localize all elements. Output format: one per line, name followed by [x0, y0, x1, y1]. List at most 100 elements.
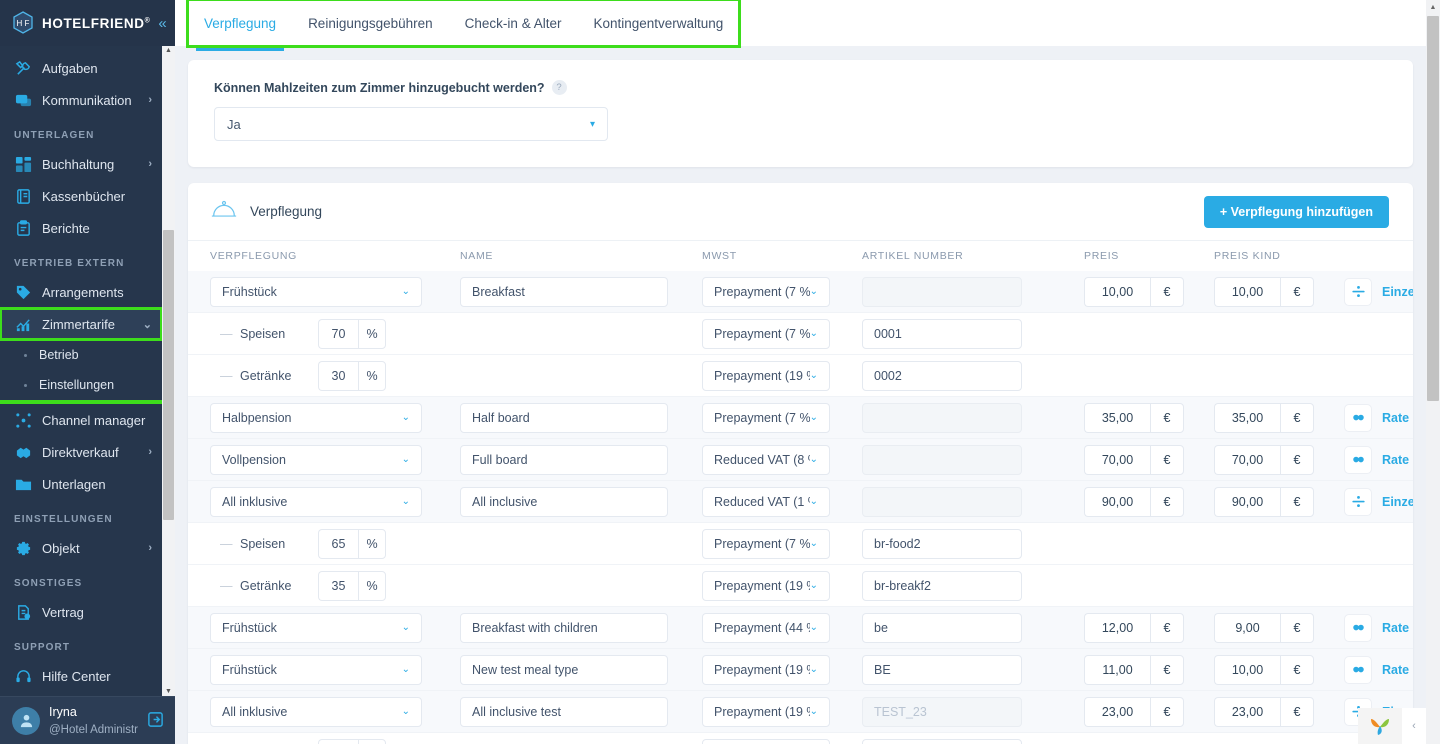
meal-bookable-select[interactable]: Ja ▾ [214, 107, 608, 141]
vat-select[interactable]: Prepayment (7 %) ⌄ [702, 276, 830, 307]
price-value[interactable]: 23,00 [1084, 696, 1150, 727]
collapse-sidebar-icon[interactable]: « [158, 16, 166, 31]
divide-icon[interactable] [1344, 487, 1372, 516]
action-link[interactable]: Rate sp [1382, 621, 1413, 635]
meal-type-select[interactable]: Vollpension ⌄ [210, 444, 422, 475]
percent-input[interactable]: 35% [318, 570, 386, 601]
split-rate-icon[interactable] [1344, 655, 1372, 684]
action-link[interactable]: Einzelra [1382, 495, 1413, 509]
price-value[interactable]: 35,00 [1084, 402, 1150, 433]
sidebar-subitem-einstellungen[interactable]: Einstellungen [0, 370, 162, 400]
sidebar-subitem-betrieb[interactable]: Betrieb [0, 340, 162, 370]
sidebar-item-arrangements[interactable]: Arrangements [0, 276, 162, 308]
price-value[interactable]: 90,00 [1214, 486, 1280, 517]
meal-type-select[interactable]: Halbpension ⌄ [210, 402, 422, 433]
price-value[interactable]: 10,00 [1084, 276, 1150, 307]
percent-value[interactable]: 70 [318, 318, 358, 349]
meal-name-input[interactable]: All inclusive [460, 486, 668, 517]
article-number-input[interactable]: BE [862, 654, 1022, 685]
add-meal-plan-button[interactable]: + Verpflegung hinzufügen [1203, 195, 1389, 228]
split-rate-icon[interactable] [1344, 403, 1372, 432]
price-value[interactable]: 23,00 [1214, 696, 1280, 727]
sidebar-item-unterlagen[interactable]: Unterlagen [0, 468, 162, 500]
article-number-input[interactable]: be [862, 612, 1022, 643]
meal-name-input[interactable]: All inclusive test [460, 696, 668, 727]
percent-input[interactable]: 30% [318, 360, 386, 391]
price-input[interactable]: 35,00 € [1214, 402, 1344, 433]
price-value[interactable]: 70,00 [1214, 444, 1280, 475]
sidebar-item-direktverkauf[interactable]: Direktverkauf › [0, 436, 162, 468]
divide-icon[interactable] [1344, 277, 1372, 306]
price-input[interactable]: 23,00 € [1084, 696, 1214, 727]
tab-kontingentverwaltung[interactable]: Kontingentverwaltung [577, 0, 739, 46]
article-number-input[interactable]: 0002 [862, 360, 1022, 391]
vat-select[interactable]: Reduced VAT (1 %)⌄ [702, 486, 830, 517]
action-link[interactable]: Rate sp [1382, 663, 1413, 677]
sidebar-scroll-track[interactable] [162, 55, 175, 687]
tab-reinigungsgeb-hren[interactable]: Reinigungsgebühren [292, 0, 449, 46]
meal-name-input[interactable]: Full board [460, 444, 668, 475]
price-value[interactable]: 10,00 [1214, 654, 1280, 685]
chat-collapse-icon[interactable]: ‹ [1402, 708, 1426, 744]
tab-check-in-alter[interactable]: Check-in & Alter [449, 0, 578, 46]
page-scrollbar[interactable]: ▲ [1426, 0, 1440, 744]
sidebar-item-objekt[interactable]: Objekt › [0, 532, 162, 564]
meal-name-input[interactable]: Breakfast [460, 276, 668, 307]
sidebar-item-aufgaben[interactable]: Aufgaben [0, 52, 162, 84]
percent-value[interactable]: 35 [318, 570, 358, 601]
page-scroll-up-icon[interactable]: ▲ [1426, 0, 1440, 14]
vat-select[interactable]: Prepayment (7 %) ⌄ [702, 318, 830, 349]
sidebar-item-vertrag[interactable]: Vertrag [0, 596, 162, 628]
percent-input[interactable]: 50% [318, 738, 386, 744]
vat-select[interactable]: Prepayment (19 %)⌄ [702, 696, 830, 727]
percent-value[interactable]: 65 [318, 528, 358, 559]
page-scroll-thumb[interactable] [1427, 16, 1439, 401]
sidebar-item-hilfe-center[interactable]: Hilfe Center [0, 660, 162, 692]
tab-verpflegung[interactable]: Verpflegung [188, 0, 292, 51]
price-input[interactable]: 10,00 € [1084, 276, 1214, 307]
vat-select[interactable]: Prepayment (7 %) ⌄ [702, 402, 830, 433]
price-input[interactable]: 70,00 € [1214, 444, 1344, 475]
meal-type-select[interactable]: Frühstück ⌄ [210, 612, 422, 643]
meal-type-select[interactable]: Frühstück ⌄ [210, 276, 422, 307]
price-input[interactable]: 23,00 € [1214, 696, 1344, 727]
vat-select[interactable]: Prepayment (44 %)⌄ [702, 612, 830, 643]
scroll-down-icon[interactable]: ▼ [165, 687, 172, 696]
price-value[interactable]: 90,00 [1084, 486, 1150, 517]
price-input[interactable]: 90,00 € [1214, 486, 1344, 517]
user-profile[interactable]: Iryna @Hotel Administr [0, 696, 175, 744]
action-link[interactable]: Einzelra [1382, 285, 1413, 299]
price-value[interactable]: 70,00 [1084, 444, 1150, 475]
sidebar-item-kommunikation[interactable]: Kommunikation › [0, 84, 162, 116]
meal-type-select[interactable]: All inklusive ⌄ [210, 486, 422, 517]
price-input[interactable]: 11,00 € [1084, 654, 1214, 685]
article-number-input[interactable]: br-food2 [862, 528, 1022, 559]
article-number-input[interactable] [862, 738, 1022, 744]
price-input[interactable]: 70,00 € [1084, 444, 1214, 475]
vat-select[interactable]: Prepayment (44 %)⌄ [702, 738, 830, 744]
help-icon[interactable]: ? [551, 80, 567, 95]
vat-select[interactable]: Prepayment (19 %)⌄ [702, 570, 830, 601]
article-number-input[interactable]: br-breakf2 [862, 570, 1022, 601]
meal-name-input[interactable]: Half board [460, 402, 668, 433]
sidebar-item-berichte[interactable]: Berichte [0, 212, 162, 244]
price-value[interactable]: 10,00 [1214, 276, 1280, 307]
sidebar-item-zimmertarife[interactable]: Zimmertarife ⌄ [0, 307, 163, 341]
chat-widget[interactable]: ‹ [1358, 708, 1426, 744]
percent-value[interactable]: 30 [318, 360, 358, 391]
action-link[interactable]: Rate sp [1382, 453, 1413, 467]
sidebar-scroll-thumb[interactable] [163, 230, 174, 520]
price-value[interactable]: 12,00 [1084, 612, 1150, 643]
vat-select[interactable]: Prepayment (19 %)⌄ [702, 654, 830, 685]
action-link[interactable]: Rate sp [1382, 411, 1413, 425]
chat-leaf-icon[interactable] [1358, 708, 1402, 744]
price-value[interactable]: 11,00 [1084, 654, 1150, 685]
price-input[interactable]: 10,00 € [1214, 276, 1344, 307]
meal-type-select[interactable]: All inklusive ⌄ [210, 696, 422, 727]
meal-name-input[interactable]: Breakfast with children [460, 612, 668, 643]
price-input[interactable]: 12,00 € [1084, 612, 1214, 643]
sidebar-item-channel-manager[interactable]: Channel manager [0, 404, 162, 436]
scroll-up-icon[interactable]: ▲ [165, 46, 172, 55]
price-input[interactable]: 9,00 € [1214, 612, 1344, 643]
price-input[interactable]: 10,00 € [1214, 654, 1344, 685]
